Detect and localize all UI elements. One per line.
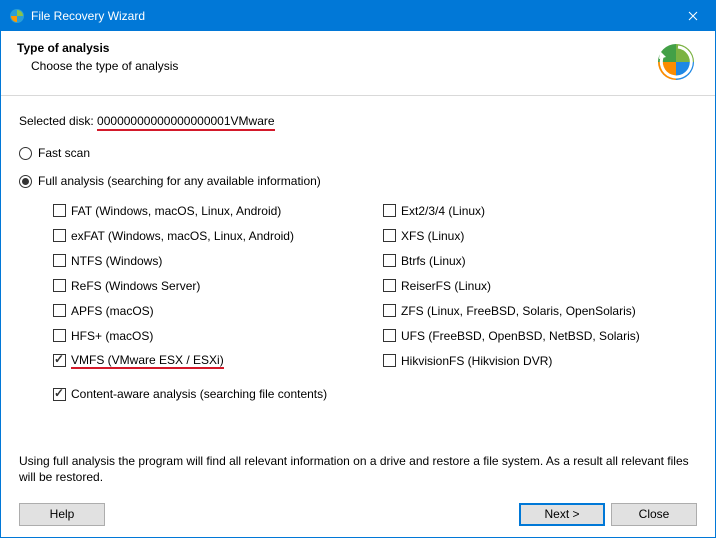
- filesystem-checkbox-fat[interactable]: FAT (Windows, macOS, Linux, Android): [53, 198, 383, 223]
- header-text: Type of analysis Choose the type of anal…: [17, 41, 643, 73]
- filesystem-label: NTFS (Windows): [71, 254, 162, 268]
- page-title: Type of analysis: [17, 41, 643, 55]
- filesystem-checkbox-refs[interactable]: ReFS (Windows Server): [53, 273, 383, 298]
- header: Type of analysis Choose the type of anal…: [1, 31, 715, 96]
- filesystem-checkbox-hikfs[interactable]: HikvisionFS (Hikvision DVR): [383, 348, 713, 373]
- filesystem-label: HikvisionFS (Hikvision DVR): [401, 354, 552, 368]
- filesystem-label: APFS (macOS): [71, 304, 154, 318]
- checkbox-icon: [383, 254, 396, 267]
- checkbox-icon: [53, 204, 66, 217]
- checkbox-icon: [383, 304, 396, 317]
- checkbox-icon: [53, 354, 66, 367]
- filesystem-checkbox-vmfs[interactable]: VMFS (VMware ESX / ESXi): [53, 348, 383, 373]
- content: Selected disk: 00000000000000000001VMwar…: [1, 96, 715, 437]
- selected-disk: Selected disk: 00000000000000000001VMwar…: [19, 114, 697, 128]
- filesystem-checkbox-ufs[interactable]: UFS (FreeBSD, OpenBSD, NetBSD, Solaris): [383, 323, 713, 348]
- filesystem-label: VMFS (VMware ESX / ESXi): [71, 353, 224, 369]
- titlebar: File Recovery Wizard: [1, 1, 715, 31]
- fast-scan-radio[interactable]: Fast scan: [19, 146, 697, 160]
- scan-mode-group: Fast scan Full analysis (searching for a…: [19, 146, 697, 188]
- checkbox-icon: [53, 229, 66, 242]
- checkbox-icon: [383, 229, 396, 242]
- radio-icon: [19, 147, 32, 160]
- footer: Help Next > Close: [1, 491, 715, 537]
- close-button[interactable]: Close: [611, 503, 697, 526]
- filesystem-col-left: FAT (Windows, macOS, Linux, Android) exFA…: [53, 198, 383, 373]
- filesystem-checkbox-exfat[interactable]: exFAT (Windows, macOS, Linux, Android): [53, 223, 383, 248]
- checkbox-icon: [53, 304, 66, 317]
- radio-icon: [19, 175, 32, 188]
- filesystem-label: XFS (Linux): [401, 229, 464, 243]
- filesystem-checkbox-zfs[interactable]: ZFS (Linux, FreeBSD, Solaris, OpenSolari…: [383, 298, 713, 323]
- full-analysis-radio[interactable]: Full analysis (searching for any availab…: [19, 174, 697, 188]
- help-button[interactable]: Help: [19, 503, 105, 526]
- filesystem-checkbox-xfs[interactable]: XFS (Linux): [383, 223, 713, 248]
- wizard-icon: [653, 41, 699, 83]
- filesystem-checkbox-reiserfs[interactable]: ReiserFS (Linux): [383, 273, 713, 298]
- filesystem-label: Ext2/3/4 (Linux): [401, 204, 485, 218]
- filesystem-checkbox-apfs[interactable]: APFS (macOS): [53, 298, 383, 323]
- titlebar-title: File Recovery Wizard: [31, 9, 670, 23]
- checkbox-icon: [53, 329, 66, 342]
- filesystem-checkbox-ext[interactable]: Ext2/3/4 (Linux): [383, 198, 713, 223]
- filesystem-label: Btrfs (Linux): [401, 254, 466, 268]
- filesystem-label: ZFS (Linux, FreeBSD, Solaris, OpenSolari…: [401, 304, 636, 318]
- checkbox-icon: [383, 329, 396, 342]
- filesystem-label: FAT (Windows, macOS, Linux, Android): [71, 204, 281, 218]
- checkbox-icon: [383, 204, 396, 217]
- description-text: Using full analysis the program will fin…: [1, 437, 715, 491]
- fast-scan-label: Fast scan: [38, 146, 90, 160]
- wizard-window: File Recovery Wizard Type of analysis Ch…: [0, 0, 716, 538]
- filesystem-label: ReiserFS (Linux): [401, 279, 491, 293]
- filesystem-checkbox-hfs[interactable]: HFS+ (macOS): [53, 323, 383, 348]
- full-analysis-label: Full analysis (searching for any availab…: [38, 174, 321, 188]
- checkbox-icon: [53, 279, 66, 292]
- selected-disk-value: 00000000000000000001VMware: [97, 114, 275, 131]
- close-icon[interactable]: [670, 1, 715, 31]
- filesystem-label: HFS+ (macOS): [71, 329, 153, 343]
- selected-disk-label: Selected disk:: [19, 114, 97, 128]
- app-icon: [9, 8, 25, 24]
- filesystem-label: exFAT (Windows, macOS, Linux, Android): [71, 229, 294, 243]
- next-button[interactable]: Next >: [519, 503, 605, 526]
- filesystem-label: ReFS (Windows Server): [71, 279, 200, 293]
- content-aware-checkbox[interactable]: Content-aware analysis (searching file c…: [19, 387, 697, 401]
- page-subtitle: Choose the type of analysis: [17, 59, 643, 73]
- checkbox-icon: [53, 388, 66, 401]
- content-aware-label: Content-aware analysis (searching file c…: [71, 387, 327, 401]
- checkbox-icon: [53, 254, 66, 267]
- filesystem-checkbox-btrfs[interactable]: Btrfs (Linux): [383, 248, 713, 273]
- checkbox-icon: [383, 354, 396, 367]
- filesystem-col-right: Ext2/3/4 (Linux) XFS (Linux) Btrfs (Linux)…: [383, 198, 713, 373]
- checkbox-icon: [383, 279, 396, 292]
- filesystem-grid: FAT (Windows, macOS, Linux, Android) exFA…: [19, 198, 697, 373]
- filesystem-checkbox-ntfs[interactable]: NTFS (Windows): [53, 248, 383, 273]
- filesystem-label: UFS (FreeBSD, OpenBSD, NetBSD, Solaris): [401, 329, 640, 343]
